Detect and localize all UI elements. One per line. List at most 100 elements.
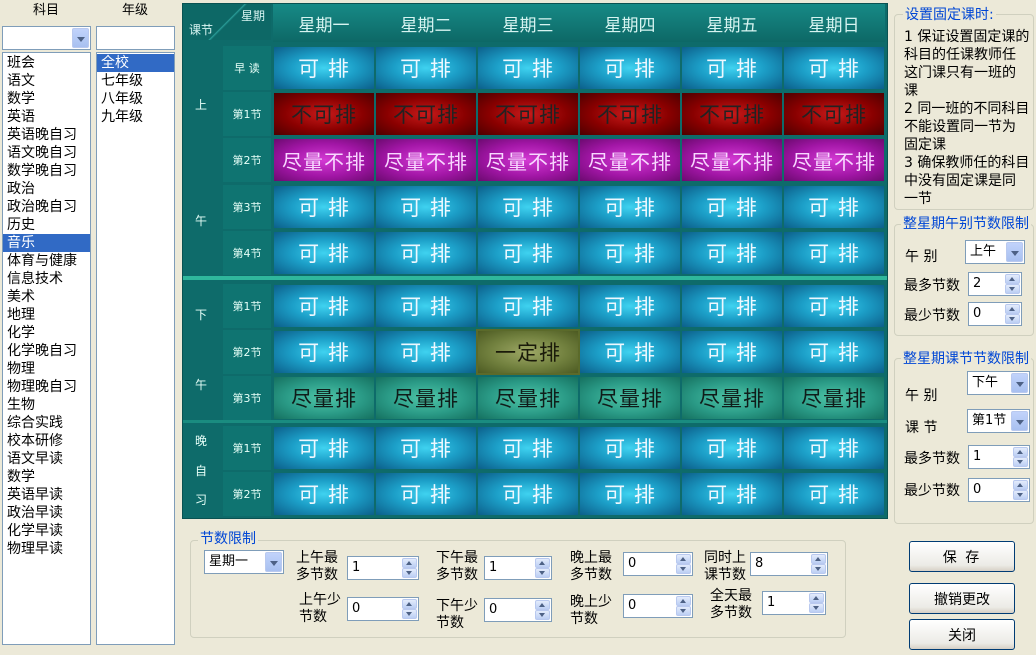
- spin-up-icon[interactable]: [1013, 447, 1028, 457]
- subject-list-item[interactable]: 政治早读: [3, 504, 90, 522]
- subject-list-item[interactable]: 语文早读: [3, 450, 90, 468]
- subject-list-item[interactable]: 物理早读: [3, 540, 90, 558]
- schedule-cell[interactable]: 可 排: [784, 285, 884, 327]
- schedule-cell[interactable]: 可 排: [274, 232, 374, 274]
- schedule-cell[interactable]: 尽量不排: [682, 139, 782, 181]
- schedule-cell[interactable]: 可 排: [274, 427, 374, 469]
- schedule-cell[interactable]: 可 排: [580, 186, 680, 228]
- spin-up-icon[interactable]: [1005, 304, 1020, 314]
- schedule-cell[interactable]: 一定排: [476, 329, 580, 375]
- schedule-cell[interactable]: 可 排: [478, 427, 578, 469]
- week-period-max-spinner[interactable]: 1: [968, 445, 1030, 469]
- subject-list-item[interactable]: 地理: [3, 306, 90, 324]
- schedule-cell[interactable]: 可 排: [784, 331, 884, 373]
- spin-up-icon[interactable]: [809, 593, 824, 603]
- subject-list-item[interactable]: 数学: [3, 90, 90, 108]
- week-period-min-spinner[interactable]: 0: [968, 478, 1030, 502]
- schedule-cell[interactable]: 可 排: [580, 285, 680, 327]
- chevron-down-icon[interactable]: [265, 552, 282, 572]
- schedule-cell[interactable]: 尽量不排: [784, 139, 884, 181]
- schedule-cell[interactable]: 不可排: [580, 93, 680, 135]
- schedule-cell[interactable]: 尽量不排: [376, 139, 476, 181]
- subject-list-item[interactable]: 化学晚自习: [3, 342, 90, 360]
- subject-list-item[interactable]: 历史: [3, 216, 90, 234]
- schedule-cell[interactable]: 可 排: [274, 285, 374, 327]
- subject-list-item[interactable]: 信息技术: [3, 270, 90, 288]
- schedule-cell[interactable]: 可 排: [784, 473, 884, 515]
- schedule-cell[interactable]: 不可排: [784, 93, 884, 135]
- schedule-cell[interactable]: 可 排: [376, 232, 476, 274]
- day-max-spinner[interactable]: 1: [762, 591, 826, 615]
- subject-list-item[interactable]: 数学晚自习: [3, 162, 90, 180]
- ev-max-spinner[interactable]: 0: [623, 552, 693, 576]
- am-min-spinner[interactable]: 0: [347, 597, 419, 621]
- spin-up-icon[interactable]: [676, 596, 691, 606]
- subject-list-item[interactable]: 英语: [3, 108, 90, 126]
- week-half-min-spinner[interactable]: 0: [968, 302, 1022, 326]
- schedule-cell[interactable]: 可 排: [580, 473, 680, 515]
- ev-min-spinner[interactable]: 0: [623, 594, 693, 618]
- grade-list-item[interactable]: 九年级: [97, 108, 174, 126]
- schedule-cell[interactable]: 可 排: [376, 473, 476, 515]
- schedule-cell[interactable]: 尽量排: [784, 377, 884, 419]
- chevron-down-icon[interactable]: [1011, 411, 1028, 431]
- spin-down-icon[interactable]: [402, 609, 417, 619]
- subject-list-item[interactable]: 化学: [3, 324, 90, 342]
- subject-list-item[interactable]: 生物: [3, 396, 90, 414]
- schedule-cell[interactable]: 可 排: [682, 285, 782, 327]
- week-half-max-spinner[interactable]: 2: [968, 272, 1022, 296]
- schedule-cell[interactable]: 可 排: [682, 186, 782, 228]
- subject-list-item[interactable]: 体育与健康: [3, 252, 90, 270]
- subject-list-item[interactable]: 班会: [3, 54, 90, 72]
- schedule-cell[interactable]: 尽量排: [580, 377, 680, 419]
- spin-down-icon[interactable]: [1005, 314, 1020, 324]
- subject-list[interactable]: 班会 语文 数学 英语 英语晚自习 语文晚自习 数学晚自习 政治 政治晚自习 历史 音乐 体育与健康信…: [2, 52, 91, 645]
- schedule-cell[interactable]: 可 排: [376, 285, 476, 327]
- day-combo[interactable]: 星期一: [204, 550, 284, 574]
- spin-down-icon[interactable]: [402, 568, 417, 578]
- chevron-down-icon[interactable]: [1011, 373, 1028, 393]
- pm-min-spinner[interactable]: 0: [484, 598, 552, 622]
- spin-up-icon[interactable]: [402, 599, 417, 609]
- schedule-cell[interactable]: 尽量不排: [274, 139, 374, 181]
- schedule-cell[interactable]: 可 排: [682, 232, 782, 274]
- spin-up-icon[interactable]: [535, 600, 550, 610]
- schedule-cell[interactable]: 不可排: [376, 93, 476, 135]
- schedule-cell[interactable]: 可 排: [580, 331, 680, 373]
- schedule-cell[interactable]: 可 排: [682, 47, 782, 89]
- undo-button[interactable]: 撤销更改: [909, 583, 1015, 614]
- spin-down-icon[interactable]: [676, 564, 691, 574]
- schedule-cell[interactable]: 可 排: [376, 47, 476, 89]
- schedule-cell[interactable]: 可 排: [274, 331, 374, 373]
- week-period-half-combo[interactable]: 下午: [967, 371, 1030, 395]
- spin-down-icon[interactable]: [676, 606, 691, 616]
- subject-list-item[interactable]: 政治晚自习: [3, 198, 90, 216]
- spin-down-icon[interactable]: [1013, 490, 1028, 500]
- subject-list-item[interactable]: 政治: [3, 180, 90, 198]
- week-period-combo[interactable]: 第1节: [967, 409, 1030, 433]
- schedule-cell[interactable]: 尽量不排: [580, 139, 680, 181]
- spin-down-icon[interactable]: [1013, 457, 1028, 467]
- subject-list-item[interactable]: 化学早读: [3, 522, 90, 540]
- subject-list-item[interactable]: 物理晚自习: [3, 378, 90, 396]
- schedule-cell[interactable]: 可 排: [784, 232, 884, 274]
- schedule-cell[interactable]: 可 排: [580, 232, 680, 274]
- schedule-cell[interactable]: 可 排: [376, 186, 476, 228]
- schedule-cell[interactable]: 可 排: [478, 47, 578, 89]
- schedule-cell[interactable]: 尽量排: [682, 377, 782, 419]
- spin-up-icon[interactable]: [535, 558, 550, 568]
- schedule-cell[interactable]: 可 排: [682, 331, 782, 373]
- schedule-cell[interactable]: 尽量排: [478, 377, 578, 419]
- spin-up-icon[interactable]: [811, 554, 826, 564]
- schedule-cell[interactable]: 可 排: [478, 473, 578, 515]
- schedule-cell[interactable]: 不可排: [682, 93, 782, 135]
- pm-max-spinner[interactable]: 1: [484, 556, 552, 580]
- schedule-cell[interactable]: 可 排: [784, 427, 884, 469]
- spin-down-icon[interactable]: [809, 603, 824, 613]
- schedule-cell[interactable]: 可 排: [784, 186, 884, 228]
- schedule-cell[interactable]: 可 排: [580, 47, 680, 89]
- spin-down-icon[interactable]: [535, 610, 550, 620]
- schedule-cell[interactable]: 尽量不排: [478, 139, 578, 181]
- subject-list-item[interactable]: 美术: [3, 288, 90, 306]
- am-max-spinner[interactable]: 1: [347, 556, 419, 580]
